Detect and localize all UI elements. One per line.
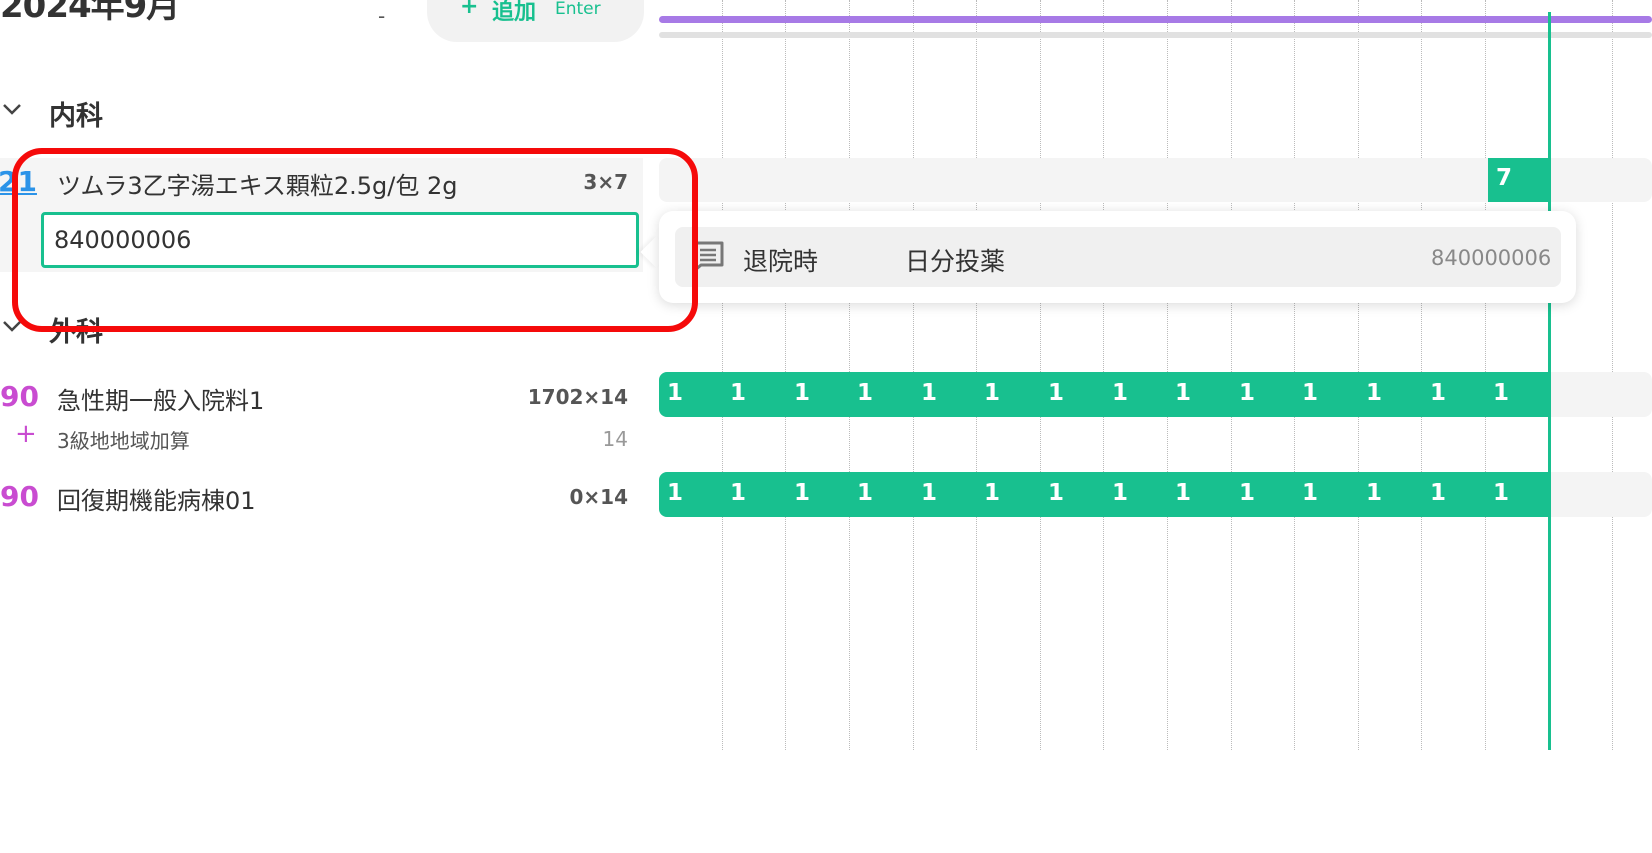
row-name[interactable]: 回復期機能病棟01	[57, 481, 256, 516]
timeline-cell-value: 1	[984, 480, 1001, 506]
row-quantity: 0×14	[569, 485, 628, 509]
timeline-cell-value: 1	[1302, 480, 1319, 506]
timeline-cell-value: 1	[921, 380, 938, 406]
period-track	[659, 32, 1652, 38]
sub-item-name: 3級地地域加算	[57, 429, 190, 453]
timeline-cell-value: 1	[730, 380, 747, 406]
timeline-cell-value: 1	[1493, 480, 1510, 506]
timeline-cell-value: 1	[1239, 380, 1256, 406]
plus-icon: +	[460, 0, 479, 19]
add-button-label: 追加	[492, 0, 537, 25]
timeline-cell-value: 1	[1493, 380, 1510, 406]
group-label-internal: 内科	[49, 101, 103, 132]
today-line	[1548, 12, 1551, 750]
period-bar	[659, 16, 1652, 23]
sub-item-quantity: 14	[602, 427, 628, 451]
timeline-cell-value: 1	[984, 380, 1001, 406]
suggestion-code: 840000006	[1431, 246, 1552, 270]
suggestion-description: 日分投薬	[905, 247, 1006, 276]
timeline-cell-value: 1	[857, 480, 874, 506]
timeline-cell-value: 1	[1175, 480, 1192, 506]
timeline-cell-value: 1	[1430, 480, 1447, 506]
date-separator: -	[378, 4, 386, 28]
timeline-cell-value: 1	[857, 380, 874, 406]
timeline-cell-value: 1	[794, 380, 811, 406]
row-code[interactable]: 90	[0, 380, 39, 413]
timeline-cell-value: 1	[1112, 480, 1129, 506]
timeline-cell-value: 1	[1366, 480, 1383, 506]
timeline-cell-value: 1	[730, 480, 747, 506]
timeline-cell-value: 1	[1302, 380, 1319, 406]
plus-icon: +	[15, 419, 37, 449]
month-title: 2024年9月	[0, 0, 180, 26]
timeline-cell-value: 1	[1048, 380, 1065, 406]
highlight-box	[12, 148, 698, 332]
suggestion-label: 退院時	[743, 247, 819, 276]
timeline-cell-value: 1	[1366, 380, 1383, 406]
timeline-cell-value: 7	[1496, 165, 1513, 191]
timeline-cell-value: 1	[794, 480, 811, 506]
timeline-bar[interactable]: 1 1 1 1 1 1 1 1 1 1 1 1 1 1	[659, 372, 1548, 417]
timeline-cell-value: 1	[1239, 480, 1256, 506]
timeline-cell-value: 1	[1430, 380, 1447, 406]
timeline-cell-value: 1	[1112, 380, 1129, 406]
add-button-shortcut: Enter	[555, 0, 601, 19]
timeline-bar[interactable]: 7	[1488, 158, 1548, 202]
timeline-cell-value: 1	[921, 480, 938, 506]
timeline-cell-value: 1	[667, 480, 684, 506]
row-code[interactable]: 90	[0, 480, 39, 513]
timeline-cell-value: 1	[1175, 380, 1192, 406]
timeline-cell-value: 1	[1048, 480, 1065, 506]
row-quantity: 1702×14	[527, 385, 628, 409]
row-name[interactable]: 急性期一般入院料1	[57, 381, 264, 416]
chevron-down-icon[interactable]	[2, 97, 22, 122]
timeline-cell-value: 1	[667, 380, 684, 406]
timeline-bar[interactable]: 1 1 1 1 1 1 1 1 1 1 1 1 1 1	[659, 472, 1548, 517]
